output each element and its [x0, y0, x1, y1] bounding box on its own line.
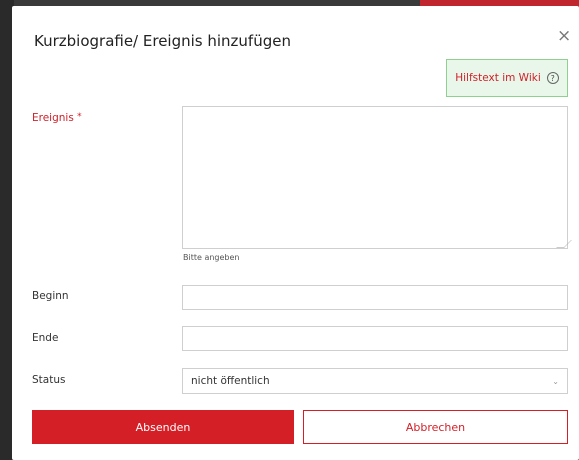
required-marker: *: [77, 112, 82, 122]
event-label: Ereignis *: [32, 112, 82, 124]
end-input[interactable]: [182, 326, 568, 351]
status-selected-value: nicht öffentlich: [191, 375, 270, 387]
begin-label: Beginn: [32, 290, 69, 302]
help-wiki-label: Hilfstext im Wiki: [455, 72, 541, 84]
event-label-text: Ereignis: [32, 112, 74, 124]
chevron-down-icon: ⌄: [552, 376, 559, 386]
close-icon[interactable]: ×: [557, 28, 571, 45]
question-circle-icon: ?: [546, 72, 559, 84]
status-select[interactable]: nicht öffentlich ⌄: [182, 368, 568, 394]
begin-input[interactable]: [182, 285, 568, 310]
event-textarea[interactable]: [182, 106, 568, 249]
dialog-title: Kurzbiografie/ Ereignis hinzufügen: [34, 32, 291, 50]
cancel-button[interactable]: Abbrechen: [303, 410, 568, 444]
end-label: Ende: [32, 332, 59, 344]
dialog: Kurzbiografie/ Ereignis hinzufügen × Hil…: [12, 6, 579, 460]
submit-button[interactable]: Absenden: [32, 410, 294, 444]
status-label: Status: [32, 374, 66, 386]
help-wiki-button[interactable]: Hilfstext im Wiki ?: [446, 59, 568, 97]
event-hint: Bitte angeben: [183, 253, 240, 262]
